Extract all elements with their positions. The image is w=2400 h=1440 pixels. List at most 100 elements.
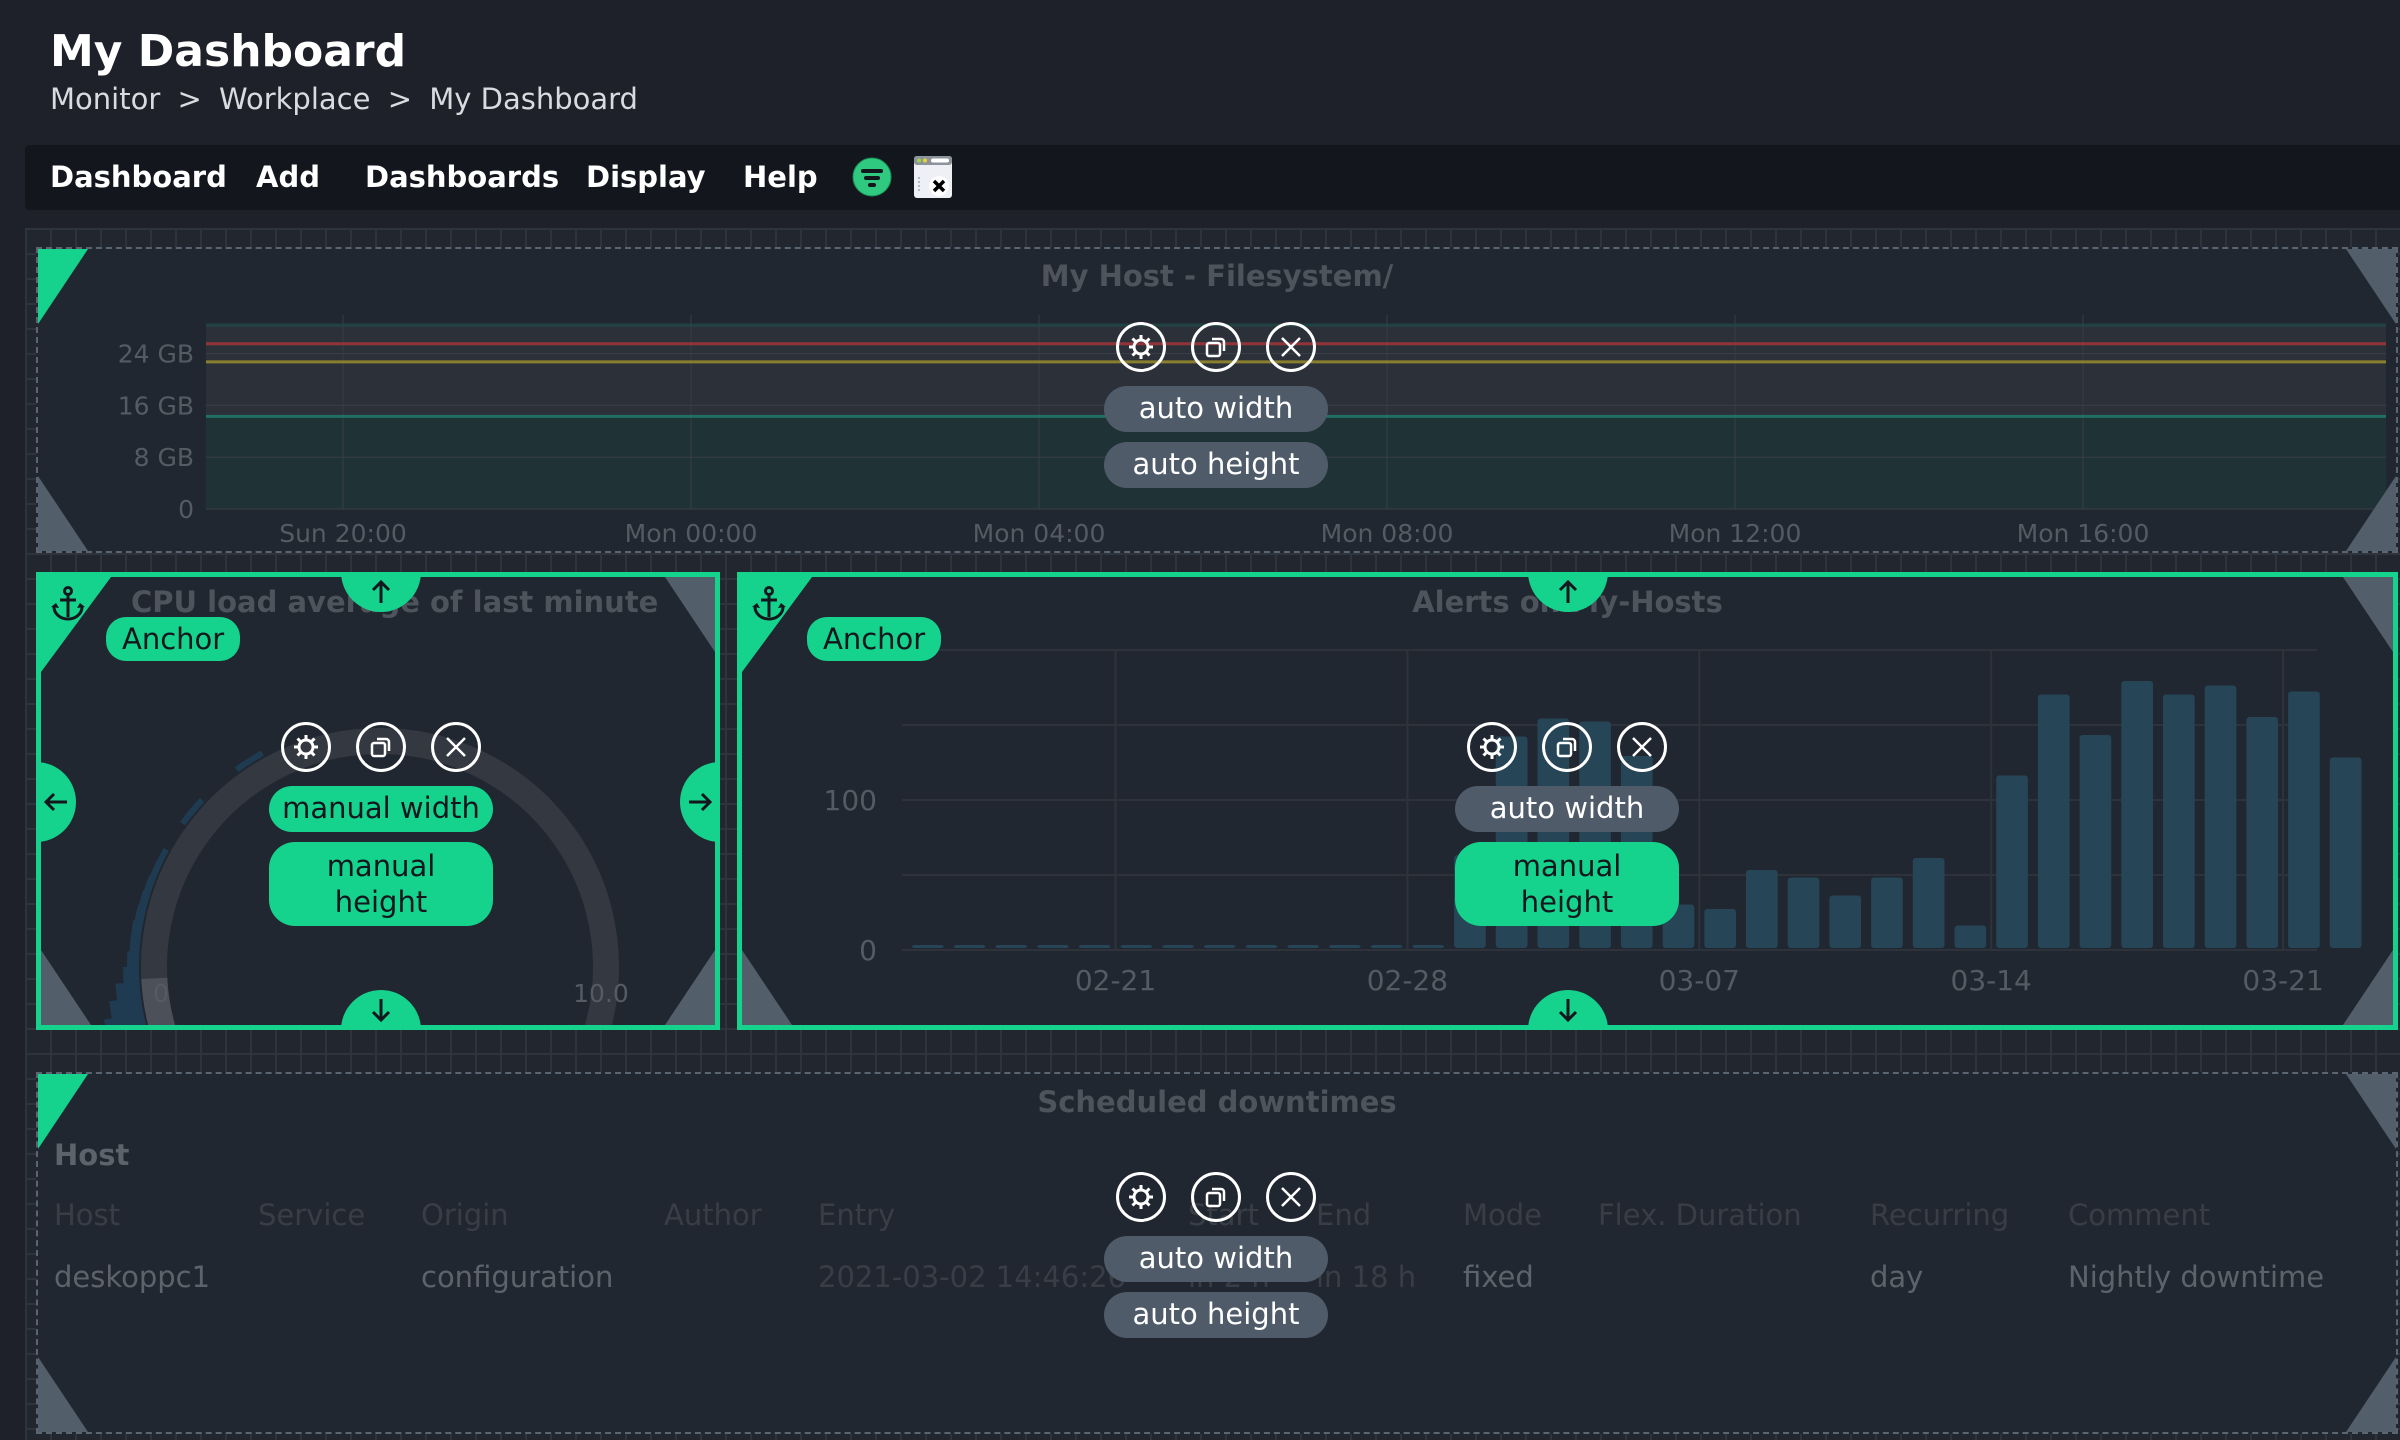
bar (1287, 945, 1319, 948)
x-tick-label: Mon 16:00 (2017, 519, 2150, 548)
bar (2204, 685, 2237, 948)
gauge-histogram-bar (134, 904, 147, 922)
column-header[interactable]: Recurring (1870, 1198, 2009, 1232)
resize-corner-bottom-left[interactable] (38, 476, 88, 551)
x-tick-label: Mon 00:00 (625, 519, 758, 548)
manual-height-label-line1: manual (326, 849, 436, 883)
manual-height-label-line2: height (334, 885, 428, 919)
menu-dashboards[interactable]: Dashboards (365, 145, 559, 210)
resize-corner-top-left[interactable] (38, 249, 88, 324)
manual-height-toggle[interactable]: manual height (269, 842, 493, 926)
resize-corner-bottom-left[interactable] (742, 950, 792, 1025)
gauge-histogram-bar (115, 982, 141, 1001)
auto-width-toggle[interactable]: auto width (1104, 386, 1328, 432)
bar (2329, 757, 2362, 948)
column-header[interactable]: Author (664, 1198, 762, 1232)
anchor-icon (750, 585, 788, 627)
resize-corner-top-left[interactable] (38, 1074, 88, 1149)
resize-corner-bottom-right[interactable] (2346, 476, 2396, 551)
gear-icon[interactable] (1116, 1172, 1166, 1222)
dashlet-filesystem[interactable]: My Host - Filesystem/ 08 GB 16 GB 24 GB Sun… (36, 247, 2398, 553)
dashlet-title: Scheduled downtimes (1037, 1085, 1397, 1119)
bar (2079, 735, 2112, 948)
breadcrumb-item-current: My Dashboard (429, 82, 638, 116)
close-icon[interactable] (1617, 722, 1667, 772)
table-cell: Nightly downtime (2068, 1260, 2325, 1294)
close-icon[interactable] (1266, 322, 1316, 372)
breadcrumb-item-monitor[interactable]: Monitor (50, 82, 160, 116)
bar (912, 945, 944, 948)
menu-display[interactable]: Display (586, 145, 706, 210)
manual-height-toggle[interactable]: manual height (1455, 842, 1679, 926)
table-cell: 2021-03-02 14:46:26 (818, 1260, 1126, 1294)
anchor-icon (49, 585, 87, 627)
bar (1746, 870, 1778, 948)
x-tick-label: Sun 20:00 (279, 519, 407, 548)
auto-width-toggle[interactable]: auto width (1455, 786, 1679, 832)
close-icon[interactable] (431, 722, 481, 772)
auto-width-toggle[interactable]: auto width (1104, 1236, 1328, 1282)
dashlet-controls: auto width auto height (1096, 1172, 1336, 1348)
resize-corner-top-right[interactable] (665, 577, 715, 652)
gauge-histogram-bar (138, 890, 151, 908)
gauge-histogram-bar (103, 1012, 147, 1025)
resize-corner-top-right[interactable] (2343, 577, 2393, 652)
x-tick-label: 03-21 (2242, 964, 2323, 997)
clone-icon[interactable] (1191, 1172, 1241, 1222)
dashlet-cpu-load[interactable]: CPU load average of last minute 010.0 An… (36, 572, 720, 1030)
bar (2163, 694, 2195, 948)
gauge-max-label: 10.0 (573, 979, 629, 1008)
column-header[interactable]: Comment (2068, 1198, 2210, 1232)
clone-icon[interactable] (1191, 322, 1241, 372)
clone-icon[interactable] (1542, 722, 1592, 772)
column-header[interactable]: Origin (421, 1198, 509, 1232)
dashlet-scheduled-downtimes[interactable]: Scheduled downtimes Host Host Service Orig… (36, 1072, 2398, 1434)
exit-layout-mode-icon[interactable] (913, 155, 953, 203)
bar (1912, 858, 1945, 948)
manual-width-toggle[interactable]: manual width (269, 786, 493, 832)
dashlet-alerts[interactable]: Alerts on My-Hosts 010020002-2102-2803-0… (737, 572, 2398, 1030)
bar (1245, 945, 1278, 948)
close-icon[interactable] (1266, 1172, 1316, 1222)
bar (1203, 945, 1236, 948)
auto-height-toggle[interactable]: auto height (1104, 442, 1328, 488)
column-header[interactable]: Service (258, 1198, 365, 1232)
resize-corner-top-right[interactable] (2346, 249, 2396, 324)
gauge-min-label: 0 (153, 979, 169, 1008)
x-tick-label: Mon 12:00 (1669, 519, 1802, 548)
y-tick-label: 0 (178, 495, 194, 524)
column-header[interactable]: Entry (818, 1198, 895, 1232)
table-cell[interactable]: deskoppc1 (54, 1260, 210, 1294)
resize-corner-bottom-left[interactable] (38, 1357, 88, 1432)
menu-add[interactable]: Add (256, 145, 320, 210)
auto-height-toggle[interactable]: auto height (1104, 1292, 1328, 1338)
breadcrumb-item-workplace[interactable]: Workplace (219, 82, 370, 116)
bar (2037, 694, 2070, 948)
breadcrumb-separator: > (387, 82, 412, 116)
table-cell: day (1870, 1260, 1924, 1294)
bar (1954, 925, 1987, 948)
gear-icon[interactable] (1116, 322, 1166, 372)
gear-icon[interactable] (281, 722, 331, 772)
resize-corner-bottom-right[interactable] (665, 950, 715, 1025)
menu-help[interactable]: Help (743, 145, 818, 210)
resize-corner-top-right[interactable] (2346, 1074, 2396, 1149)
filter-icon[interactable] (852, 157, 892, 201)
y-tick-label: 16 GB (118, 391, 194, 420)
column-header[interactable]: Flex. Duration (1598, 1198, 1802, 1232)
y-tick-label: 8 GB (134, 443, 194, 472)
gear-icon[interactable] (1467, 722, 1517, 772)
bar (1871, 877, 1903, 948)
x-tick-label: Mon 08:00 (1321, 519, 1454, 548)
menu-dashboard[interactable]: Dashboard (50, 145, 227, 210)
column-header[interactable]: Mode (1463, 1198, 1542, 1232)
resize-corner-bottom-right[interactable] (2343, 950, 2393, 1025)
resize-corner-bottom-left[interactable] (41, 950, 91, 1025)
bar (1078, 945, 1111, 948)
page-title: My Dashboard (50, 26, 407, 77)
gauge-histogram-bar (129, 935, 141, 952)
resize-corner-bottom-right[interactable] (2346, 1357, 2396, 1432)
column-header[interactable]: Host (54, 1198, 120, 1232)
table-cell: fixed (1463, 1260, 1534, 1294)
clone-icon[interactable] (356, 722, 406, 772)
